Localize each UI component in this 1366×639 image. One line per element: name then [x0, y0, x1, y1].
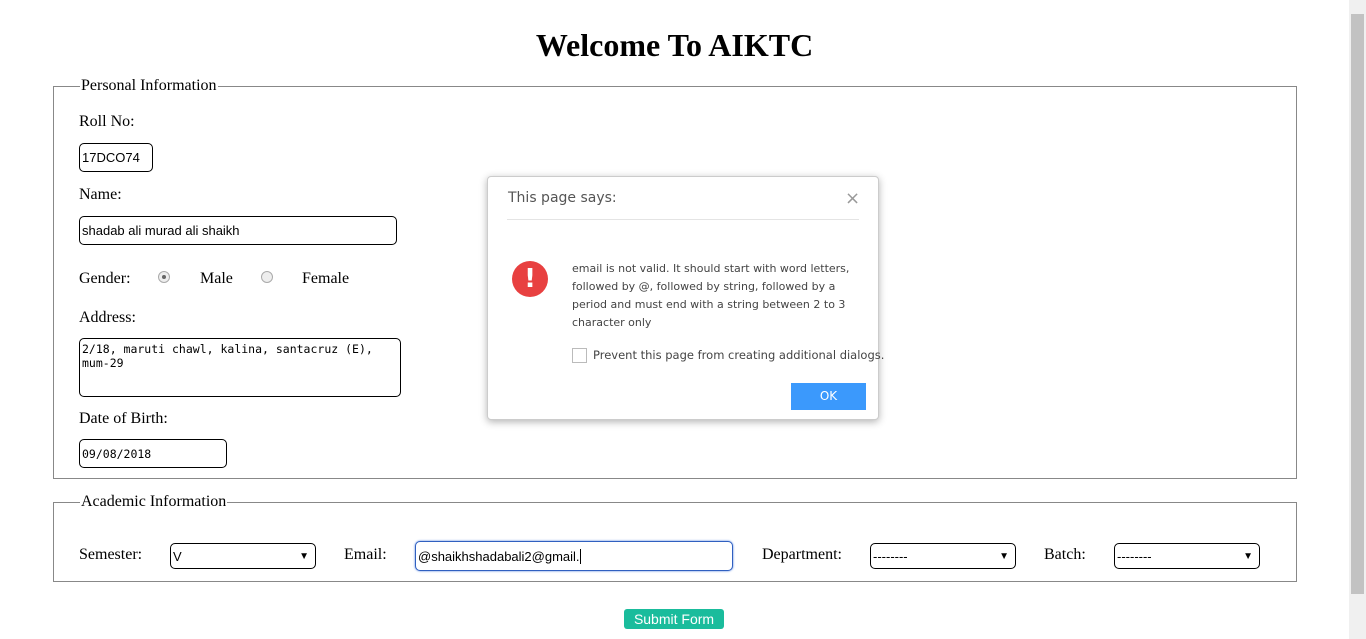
submit-button[interactable]: Submit Form — [624, 609, 724, 629]
email-value: @shaikhshadabali2@gmail. — [418, 548, 580, 564]
prevent-dialogs-label: Prevent this page from creating addition… — [593, 348, 885, 362]
dob-input[interactable]: 09/08/2018 — [79, 439, 227, 468]
ok-button[interactable]: OK — [791, 383, 866, 410]
dob-label: Date of Birth: — [79, 410, 168, 427]
semester-select[interactable]: V ▼ — [170, 543, 316, 569]
error-icon: ! — [512, 261, 548, 297]
male-radio[interactable] — [158, 271, 170, 283]
scrollbar-thumb[interactable] — [1351, 14, 1364, 594]
batch-select[interactable]: -------- ▼ — [1114, 543, 1260, 569]
batch-label: Batch: — [1044, 546, 1086, 563]
text-cursor — [579, 548, 581, 564]
email-input[interactable]: @shaikhshadabali2@gmail. — [415, 541, 733, 571]
academic-legend: Academic Information — [81, 493, 227, 510]
email-label: Email: — [344, 546, 387, 563]
semester-label: Semester: — [79, 546, 143, 563]
address-textarea[interactable]: 2/18, maruti chawl, kalina, santacruz (E… — [79, 338, 401, 397]
roll-input[interactable]: 17DCO74 — [79, 143, 153, 172]
address-label: Address: — [79, 309, 136, 326]
prevent-dialogs-checkbox[interactable] — [572, 348, 587, 363]
name-label: Name: — [79, 186, 122, 203]
vertical-scrollbar[interactable] — [1349, 0, 1366, 639]
batch-value: -------- — [1117, 548, 1152, 564]
department-label: Department: — [762, 546, 842, 563]
department-value: -------- — [873, 548, 908, 564]
gender-label: Gender: — [79, 270, 131, 287]
semester-value: V — [173, 548, 182, 564]
male-label: Male — [200, 270, 233, 287]
close-icon[interactable]: × — [845, 188, 860, 209]
department-select[interactable]: -------- ▼ — [870, 543, 1016, 569]
chevron-down-icon: ▼ — [999, 550, 1009, 562]
page-title: Welcome To AIKTC — [535, 27, 814, 63]
dialog-divider — [507, 219, 859, 220]
chevron-down-icon: ▼ — [1243, 550, 1253, 562]
roll-label: Roll No: — [79, 113, 135, 130]
female-radio[interactable] — [261, 271, 273, 283]
dialog-message: email is not valid. It should start with… — [572, 262, 850, 329]
personal-legend: Personal Information — [81, 77, 217, 94]
name-input[interactable]: shadab ali murad ali shaikh — [79, 216, 397, 245]
dialog-title: This page says: — [508, 190, 617, 206]
female-label: Female — [302, 270, 350, 287]
chevron-down-icon: ▼ — [299, 550, 309, 562]
alert-dialog: This page says: × ! email is not valid. … — [487, 176, 884, 420]
